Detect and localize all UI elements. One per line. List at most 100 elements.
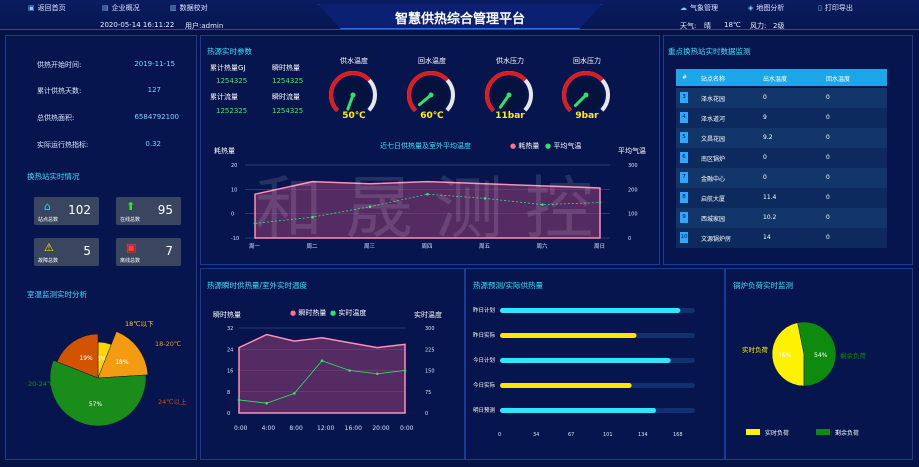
day-chart-title: 热源瞬时供热量/室外实时温度 <box>207 281 308 290</box>
table-row[interactable]: 6 南区锅炉 0 0 <box>676 148 887 168</box>
pie-percent: 18% <box>115 359 129 366</box>
pie-label: 18-20℃ <box>155 340 181 348</box>
temp-point <box>320 359 324 362</box>
temp-point <box>253 222 257 225</box>
gauge-hub <box>506 92 512 98</box>
y-tick-label: 20 <box>231 163 237 169</box>
nav-overview[interactable]: ▤ 企业概况 <box>102 3 140 13</box>
gauge-value-supply-temp: 50℃ <box>342 111 366 121</box>
gauge-hub <box>583 92 589 98</box>
gauge-title-supply-temp: 供水温度 <box>340 57 368 65</box>
bar-fill <box>500 408 656 413</box>
stat-online-value: 95 <box>157 203 173 217</box>
wind-value: 2级 <box>773 22 785 30</box>
day-legend-heat: ● 瞬时热量 <box>290 308 326 318</box>
source-title: 热源实时参数 <box>207 47 252 56</box>
pie-percent: 54% <box>814 352 828 359</box>
table-cell: 南区锅炉 <box>701 156 726 163</box>
home-icon: ▣ <box>28 4 35 12</box>
table-cell: 0 <box>826 114 830 121</box>
nav-home-label: 返回首页 <box>37 4 66 12</box>
day-legend-temp-label: 实时温度 <box>338 309 367 317</box>
y2-tick-label: 100 <box>628 212 638 218</box>
stations-title: 换热站实时情况 <box>27 172 80 181</box>
weather-label: 天气: <box>680 22 697 30</box>
table-row[interactable]: 7 金融中心 0 0 <box>676 168 887 188</box>
days-label: 累计供热天数: <box>37 87 82 95</box>
stat-online[interactable]: ⬆ 95 在线总数 <box>116 197 181 225</box>
y-tick-label: 24 <box>227 347 233 353</box>
forecast-title: 热源预测/实际供热量 <box>473 281 544 290</box>
nav-check[interactable]: ▥ 数据校对 <box>170 3 208 13</box>
nav-map[interactable]: ◈ 地图分析 <box>748 3 784 13</box>
area-value: 6584792100 <box>134 113 179 121</box>
table-cell: 14 <box>763 234 771 241</box>
x-tick-label: 16:00 <box>345 425 362 432</box>
stat-fault[interactable]: ⚠ 5 故障总数 <box>34 238 99 266</box>
legend-label: 实时负荷 <box>765 429 789 437</box>
chart-icon: ▥ <box>170 4 177 12</box>
temp-point <box>237 398 241 402</box>
table-row[interactable]: 5 文昌花园 9.2 0 <box>676 128 887 148</box>
x-tick-label: 周日 <box>594 243 605 250</box>
weather-value: 晴 <box>704 22 711 30</box>
offline-icon: ▣ <box>126 241 137 254</box>
up-arrow-icon: ⬆ <box>126 200 136 213</box>
nav-weather[interactable]: ☁ 气象管理 <box>680 3 718 13</box>
bar-label: 今日计划 <box>473 356 495 364</box>
start-date-value: 2019-11-15 <box>134 60 175 68</box>
table-cell: 泽水道河 <box>701 116 726 123</box>
temp-pie: 6% 18%57%19%18℃以下18-20℃20-24℃24℃以上 <box>28 320 187 427</box>
x-tick-label: 周六 <box>537 242 549 250</box>
stat-offline[interactable]: ▣ 7 离线总数 <box>116 238 181 266</box>
week-legend-heat: ● 耗热量 <box>510 141 539 151</box>
x-tick-label: 67 <box>568 432 574 438</box>
table-cell: 0 <box>763 174 767 181</box>
nav-home[interactable]: ▣ 返回首页 <box>28 3 66 13</box>
inst-flow-value: 1254325 <box>272 107 304 115</box>
x-tick-label: 34 <box>533 432 539 438</box>
y2-tick-label: 200 <box>628 187 638 193</box>
bar-fill <box>500 333 637 338</box>
x-tick-label: 4:00 <box>262 425 276 432</box>
list-icon: ▤ <box>102 4 109 12</box>
stat-total[interactable]: ⌂ 102 站点总数 <box>34 197 99 225</box>
table-row[interactable]: 4 泽水道河 9 0 <box>676 108 887 128</box>
y2-tick-label: 75 <box>425 390 431 396</box>
table-cell: 文源锅炉房 <box>701 236 732 243</box>
table-row[interactable]: 8 启航大厦 11.4 0 <box>676 188 887 208</box>
y2-tick-label: 0 <box>628 236 631 242</box>
heat-area <box>254 180 601 239</box>
y-tick-label: 0 <box>231 212 234 218</box>
print-icon: ▯ <box>818 4 822 12</box>
table-cell: 文昌花园 <box>701 136 726 143</box>
cum-heat-label: 累计热量GJ <box>210 64 246 72</box>
bar-label: 明日预测 <box>473 406 496 414</box>
gauge-value-return-temp: 60℃ <box>420 111 444 121</box>
bar-label: 昨日实际 <box>473 331 496 339</box>
load-pie: 46% 54%实时负荷剩余负荷实时负荷 剩余负荷 <box>742 321 867 437</box>
map-icon: ◈ <box>748 4 754 12</box>
table-row[interactable]: 9 西城家园 10.2 0 <box>676 208 887 228</box>
legend-dot-icon: ● <box>510 142 517 150</box>
bar-label: 今日实际 <box>473 381 496 389</box>
temp-point <box>293 392 296 395</box>
bar-fill <box>500 308 681 313</box>
table-row[interactable]: 3 泽水花园 0 0 <box>676 88 887 108</box>
nav-check-label: 数据校对 <box>179 4 208 12</box>
table-cell: 10.2 <box>763 214 777 221</box>
gauge-hub <box>428 92 434 98</box>
gauge-value-return-pressure: 9bar <box>575 111 599 121</box>
th-supply: 出水温度 <box>763 76 788 83</box>
table-cell: 0 <box>763 154 767 161</box>
table-row[interactable]: 10 文源锅炉房 14 0 <box>676 228 887 248</box>
table-cell: 0 <box>826 154 830 161</box>
table-cell: 金融中心 <box>701 176 726 183</box>
x-tick-label: 12:00 <box>317 425 334 432</box>
week-chart-title: 近七日供热量及室外平均温度 <box>380 142 471 150</box>
row-index-badge: 5 <box>680 132 688 143</box>
x-tick-label: 周三 <box>364 243 376 250</box>
y-tick-label: 0 <box>227 411 230 417</box>
nav-export[interactable]: ▯ 打印导出 <box>818 3 853 13</box>
y-tick-label: 8 <box>227 390 230 396</box>
